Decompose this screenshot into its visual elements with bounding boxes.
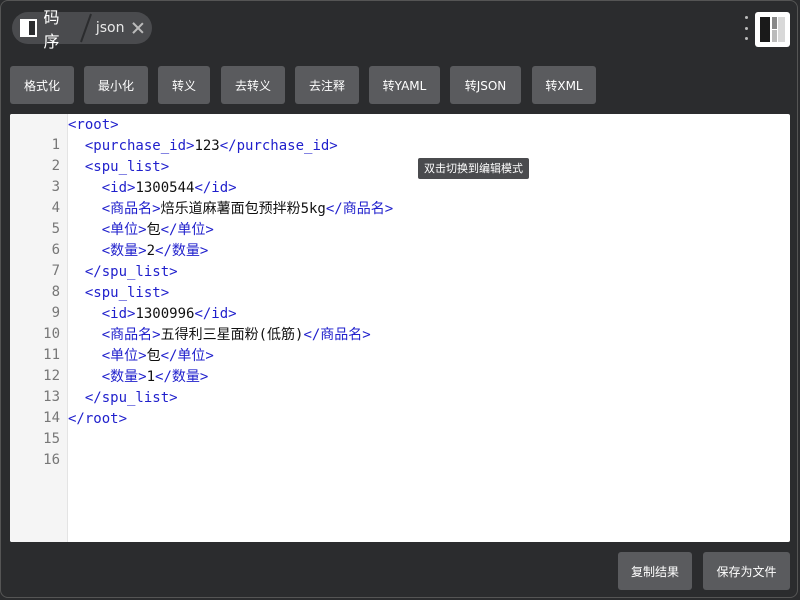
line-number: 3 — [51, 179, 60, 195]
format-button[interactable]: 格式化 — [10, 66, 74, 104]
line-number: 13 — [43, 389, 60, 405]
xml-close-tag: </商品名> — [303, 327, 371, 343]
line-number: 14 — [43, 410, 60, 426]
to-json-button[interactable]: 转JSON — [450, 66, 521, 104]
xml-open-tag: <spu_list> — [84, 159, 170, 175]
line-number: 1 — [51, 137, 60, 153]
xml-close-tag: </单位> — [160, 222, 214, 238]
xml-text: 1300544 — [135, 180, 195, 196]
line-number: 11 — [43, 347, 60, 363]
app-logo-icon — [20, 19, 38, 37]
xml-text: 1 — [146, 369, 156, 385]
breadcrumb-separator — [80, 12, 93, 44]
tab-json[interactable]: json — [96, 20, 125, 36]
xml-text: 包 — [146, 222, 161, 238]
xml-close-tag: </id> — [194, 306, 237, 322]
line-number: 7 — [51, 263, 60, 279]
kebab-menu-icon[interactable] — [742, 16, 750, 40]
to-xml-button[interactable]: 转XML — [532, 66, 596, 104]
unescape-button[interactable]: 去转义 — [221, 66, 285, 104]
xml-close-tag: </purchase_id> — [219, 138, 338, 154]
code-line: <单位>包</单位> — [68, 346, 214, 367]
code-line: <商品名>五得利三星面粉(低筋)</商品名> — [68, 325, 371, 346]
xml-open-tag: <单位> — [101, 348, 147, 364]
code-line: <商品名>焙乐道麻薯面包预拌粉5kg</商品名> — [68, 199, 393, 220]
xml-open-tag: <spu_list> — [84, 285, 170, 301]
xml-open-tag: <商品名> — [101, 201, 161, 217]
remove-comments-button[interactable]: 去注释 — [295, 66, 359, 104]
line-number: 12 — [43, 368, 60, 384]
code-line: <数量>1</数量> — [68, 367, 209, 388]
xml-open-tag: <数量> — [101, 243, 147, 259]
xml-open-tag: <id> — [101, 180, 136, 196]
xml-open-tag: <商品名> — [101, 327, 161, 343]
xml-open-tag: </spu_list> — [84, 390, 178, 406]
xml-close-tag: </单位> — [160, 348, 214, 364]
xml-open-tag: </root> — [68, 411, 128, 427]
code-editor[interactable]: 1 2 3 4 5 6 7 8 9 10 11 12 13 14 15 16 <root> <purchase… — [10, 114, 790, 542]
escape-button[interactable]: 转义 — [158, 66, 210, 104]
code-line: <spu_list> — [68, 157, 169, 178]
xml-open-tag: <purchase_id> — [84, 138, 195, 154]
copy-result-button[interactable]: 复制结果 — [618, 552, 692, 590]
xml-close-tag: </id> — [194, 180, 237, 196]
xml-text: 1300996 — [135, 306, 195, 322]
code-line: </root> — [68, 409, 127, 430]
xml-open-tag: <数量> — [101, 369, 147, 385]
line-number: 4 — [51, 200, 60, 216]
xml-close-tag: </数量> — [155, 369, 209, 385]
code-line: <id>1300996</id> — [68, 304, 237, 325]
to-yaml-button[interactable]: 转YAML — [369, 66, 440, 104]
xml-close-tag: </商品名> — [325, 201, 394, 217]
line-number: 5 — [51, 221, 60, 237]
xml-open-tag: </spu_list> — [84, 264, 178, 280]
code-line: <root> — [68, 115, 119, 136]
line-number: 6 — [51, 242, 60, 258]
minify-button[interactable]: 最小化 — [84, 66, 148, 104]
xml-text: 123 — [194, 138, 220, 154]
xml-text: 五得利三星面粉(低筋) — [160, 327, 304, 343]
xml-text: 包 — [146, 348, 161, 364]
app-name[interactable]: 码序 — [43, 4, 74, 52]
line-number: 16 — [43, 452, 60, 468]
code-line: </spu_list> — [68, 262, 178, 283]
code-line: <单位>包</单位> — [68, 220, 214, 241]
close-icon[interactable] — [132, 22, 144, 34]
code-line: <spu_list> — [68, 283, 169, 304]
brand-logo-icon[interactable] — [755, 12, 790, 47]
code-line: <id>1300544</id> — [68, 178, 237, 199]
line-number: 10 — [43, 326, 60, 342]
code-line: <purchase_id>123</purchase_id> — [68, 136, 338, 157]
xml-open-tag: <单位> — [101, 222, 147, 238]
breadcrumb: 码序 json — [12, 8, 152, 51]
edit-mode-tooltip: 双击切换到编辑模式 — [418, 158, 529, 179]
line-number: 8 — [51, 284, 60, 300]
xml-text: 焙乐道麻薯面包预拌粉5kg — [160, 201, 326, 217]
line-number: 2 — [51, 158, 60, 174]
xml-open-tag: <id> — [101, 306, 136, 322]
line-number-gutter: 1 2 3 4 5 6 7 8 9 10 11 12 13 14 15 16 — [10, 114, 68, 542]
code-line: <数量>2</数量> — [68, 241, 209, 262]
save-file-button[interactable]: 保存为文件 — [703, 552, 790, 590]
line-number: 15 — [43, 431, 60, 447]
code-line: </spu_list> — [68, 388, 178, 409]
xml-text: 2 — [146, 243, 156, 259]
xml-close-tag: </数量> — [155, 243, 209, 259]
xml-open-tag: <root> — [68, 117, 119, 133]
line-number: 9 — [51, 305, 60, 321]
